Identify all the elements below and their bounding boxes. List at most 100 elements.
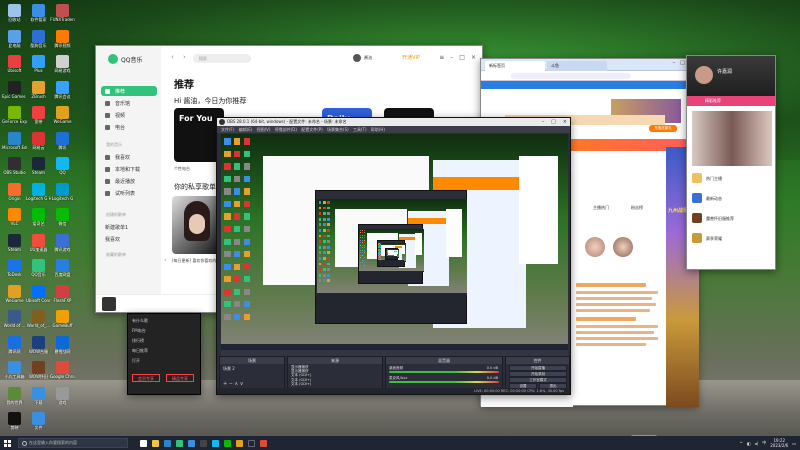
desktop-icon-label: 腾讯视频	[54, 42, 71, 48]
panel-row[interactable]: FM电台	[132, 328, 146, 334]
qq-nav-liked[interactable]: 我喜欢	[101, 152, 157, 162]
qq-user[interactable]: 酱油	[353, 54, 372, 62]
menu-icon[interactable]: ≡	[439, 54, 444, 61]
panel-row[interactable]: 每日推荐	[132, 348, 148, 354]
qq-nav-library[interactable]: 音乐馆	[101, 98, 157, 108]
taskbar-search-input[interactable]: 在这里输入你要搜索的内容	[18, 438, 128, 448]
qq-nav-recommend[interactable]: 推荐	[101, 86, 157, 96]
desktop-icon-label: WOW台服	[28, 348, 49, 354]
wegame-taskbar-icon[interactable]	[236, 439, 243, 447]
preview-icon	[224, 188, 231, 195]
edge-icon[interactable]	[164, 439, 171, 447]
browser-tab[interactable]: 新标签页	[485, 61, 545, 71]
browser-bookmarks-bar	[481, 81, 697, 89]
home-icon	[105, 88, 110, 94]
back-icon[interactable]: ‹	[171, 53, 174, 61]
qq-music-taskbar-icon[interactable]	[176, 439, 183, 447]
chat-list-item[interactable]: 热门主播	[692, 171, 772, 185]
desktop-icon-label: 剪映	[10, 425, 19, 430]
qq-search-input[interactable]: 搜索	[193, 54, 251, 63]
qq-now-playing-cover[interactable]	[102, 297, 116, 311]
preview-icon	[243, 226, 251, 233]
wechat-taskbar-icon[interactable]	[224, 439, 231, 447]
address-bar[interactable]	[511, 73, 631, 79]
desktop-icon-label: OBS Studio	[3, 170, 26, 175]
notification-icon[interactable]: ▭	[792, 441, 796, 446]
steam-taskbar-icon[interactable]	[248, 439, 255, 447]
minimize-icon[interactable]: –	[673, 60, 676, 66]
forward-icon[interactable]: ›	[183, 53, 186, 61]
close-icon[interactable]: ×	[563, 118, 567, 126]
chat-list-item[interactable]: 最新动态	[692, 191, 772, 205]
music-icon	[105, 100, 110, 106]
obs-menubar[interactable]: 文件(F) 编辑(E) 视图(V) 停靠部件(D) 配置文件(P) 场景集合(S…	[217, 126, 570, 133]
preview-icon	[234, 200, 241, 208]
clock-date: 2023/2/6	[770, 443, 789, 448]
preview-icon	[243, 163, 251, 170]
file-explorer-icon[interactable]	[152, 439, 159, 447]
preview-icon	[234, 138, 241, 145]
premium-button[interactable]: 精品专享	[166, 374, 194, 382]
download-icon	[105, 166, 110, 172]
maximize-icon[interactable]: □	[680, 60, 685, 66]
maximize-icon[interactable]: □	[551, 118, 556, 126]
task-view-icon[interactable]	[140, 439, 147, 447]
windows-icon	[3, 439, 11, 447]
qq-nav-radio[interactable]: 电台	[101, 122, 157, 132]
qq-nav-trial[interactable]: 试听列表	[101, 188, 157, 198]
obs-taskbar-icon[interactable]	[200, 439, 207, 447]
panel-row[interactable]: 有什么歌	[132, 318, 148, 324]
qq-music-mini-panel[interactable]: 有什么歌 FM电台 排行榜 每日推荐 打开 会员专享 精品专享	[127, 313, 201, 395]
obs-preview[interactable]	[221, 134, 568, 350]
chat-photo[interactable]	[692, 111, 772, 166]
chrome-taskbar-icon[interactable]	[260, 439, 267, 447]
panel-row[interactable]: 排行榜	[132, 338, 144, 344]
qq-playlist-item[interactable]: 新建歌单1	[101, 222, 157, 232]
chat-list-item[interactable]: 魔兽怀旧服推荐	[692, 211, 772, 225]
vip-button[interactable]: 会员专享	[132, 374, 160, 382]
panel-row[interactable]: 打开	[132, 358, 140, 364]
app-icon	[8, 29, 21, 43]
chat-window[interactable]: 许嘉润 精彩推荐 热门主播 最新动态 魔兽怀旧服推荐 赛季荣耀	[686, 55, 776, 270]
browser-taskbar-icon[interactable]	[188, 439, 195, 447]
ime-indicator[interactable]: 中	[762, 440, 766, 446]
start-button[interactable]	[0, 436, 14, 450]
avatar[interactable]	[695, 66, 713, 84]
obs-source-item[interactable]: 文本 (GDI+)	[291, 382, 379, 386]
desktop-icon-label: Microsoft Edge	[2, 144, 27, 150]
qq-cover-face	[189, 214, 205, 234]
network-icon[interactable]: ◧	[747, 441, 751, 446]
volume-icon[interactable]: ◂)	[755, 441, 759, 446]
chat-banner[interactable]: 精彩推荐	[687, 96, 775, 106]
recharge-button[interactable]: 充值送豪礼	[649, 125, 677, 132]
desktop-icon-label: Google Chrome	[50, 374, 75, 379]
obs-scene-item[interactable]: 场景 2	[220, 364, 284, 373]
browser-tab[interactable]: 斗鱼	[547, 61, 607, 71]
maximize-icon[interactable]: □	[459, 54, 465, 61]
preview-obs-window	[357, 224, 424, 285]
qq-taskbar-icon[interactable]	[212, 439, 219, 447]
anchor-avatar[interactable]	[585, 237, 605, 257]
close-icon[interactable]: ×	[471, 54, 476, 61]
qq-nav-local[interactable]: 本地和下载	[101, 164, 157, 174]
app-icon	[32, 233, 45, 247]
qq-vip-badge[interactable]: 开通VIP	[402, 54, 420, 61]
qq-playlist-item[interactable]: 我喜欢	[101, 234, 157, 244]
preview-icon	[318, 262, 322, 266]
clock[interactable]: 19:22 2023/2/6	[770, 438, 788, 448]
chat-list-item[interactable]: 赛季荣耀	[692, 231, 772, 245]
app-icon	[8, 233, 21, 247]
preview-icon	[234, 188, 241, 195]
chevron-up-icon[interactable]: ^	[740, 441, 743, 446]
desktop-icon[interactable]: 游戏	[50, 385, 75, 418]
minimize-icon[interactable]: –	[450, 54, 453, 61]
qq-nav-recent[interactable]: 最近播放	[101, 176, 157, 186]
minimize-icon[interactable]: –	[542, 118, 545, 126]
obs-window[interactable]: OBS 28.0.1 (64-bit, windows) - 配置文件: 未命名…	[216, 117, 571, 395]
app-icon	[8, 310, 21, 323]
qq-prev-arrow-icon[interactable]: ‹	[164, 256, 167, 264]
preview-icon	[363, 237, 365, 239]
add-icon[interactable]: + − ∧ ∨	[223, 381, 243, 387]
anchor-avatar[interactable]	[613, 237, 633, 257]
qq-nav-video[interactable]: 视频	[101, 110, 157, 120]
